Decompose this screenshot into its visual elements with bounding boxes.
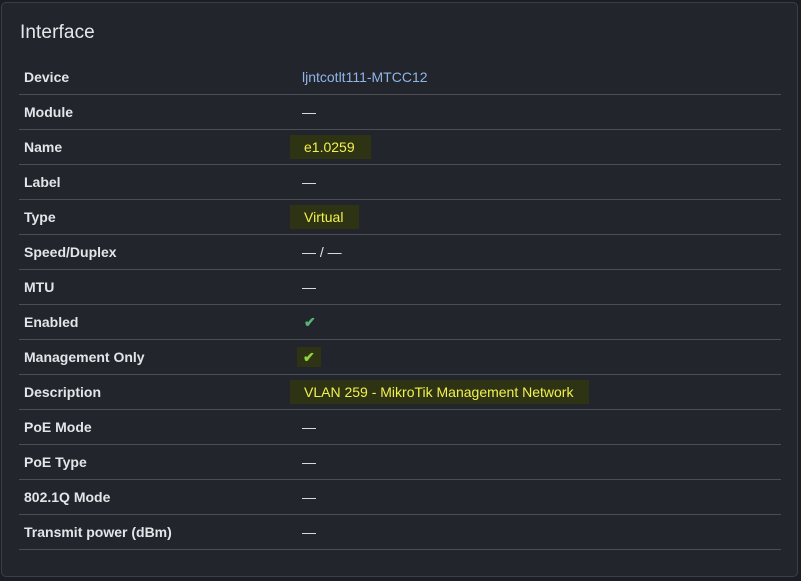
- checkmark-icon: ✔: [304, 313, 316, 330]
- mtu-label: MTU: [24, 279, 55, 295]
- interface-attributes-table: Device ljntcotlt111-MTCC12 Module — Name…: [19, 60, 781, 550]
- table-row: Name e1.0259: [19, 130, 781, 165]
- module-label: Module: [24, 104, 73, 120]
- table-row: 802.1Q Mode —: [19, 480, 781, 515]
- description-value: VLAN 259 - MikroTik Management Network: [290, 380, 590, 404]
- table-row: PoE Mode —: [19, 410, 781, 445]
- device-link[interactable]: ljntcotlt111-MTCC12: [302, 69, 428, 85]
- speed-duplex-value: — / —: [302, 244, 342, 260]
- type-value: Virtual: [290, 205, 360, 229]
- module-value: —: [302, 104, 316, 120]
- name-label: Name: [24, 139, 63, 155]
- speed-duplex-label: Speed/Duplex: [24, 244, 117, 260]
- table-row: Device ljntcotlt111-MTCC12: [19, 60, 781, 95]
- type-label: Type: [24, 209, 56, 225]
- poe-type-label: PoE Type: [24, 454, 87, 470]
- table-row: Enabled ✔: [19, 305, 781, 340]
- table-row: Label —: [19, 165, 781, 200]
- table-row: Description VLAN 259 - MikroTik Manageme…: [19, 375, 781, 410]
- table-row: Type Virtual: [19, 200, 781, 235]
- device-label: Device: [24, 69, 70, 85]
- transmit-power-value: —: [302, 524, 316, 540]
- management-only-label: Management Only: [24, 349, 145, 365]
- enabled-label: Enabled: [24, 314, 79, 330]
- dot1q-mode-value: —: [302, 489, 316, 505]
- poe-type-value: —: [302, 454, 316, 470]
- table-row: Speed/Duplex — / —: [19, 235, 781, 270]
- name-value: e1.0259: [290, 135, 371, 159]
- dot1q-mode-label: 802.1Q Mode: [24, 489, 111, 505]
- table-row: Management Only ✔: [19, 340, 781, 375]
- transmit-power-label: Transmit power (dBm): [24, 524, 172, 540]
- label-label: Label: [24, 174, 61, 190]
- poe-mode-value: —: [302, 419, 316, 435]
- table-row: Transmit power (dBm) —: [19, 515, 781, 550]
- checkmark-icon: ✔: [297, 347, 321, 367]
- table-row: Module —: [19, 95, 781, 130]
- description-label: Description: [24, 384, 102, 400]
- interface-card: Interface Device ljntcotlt111-MTCC12 Mod…: [1, 2, 798, 577]
- table-row: MTU —: [19, 270, 781, 305]
- mtu-value: —: [302, 279, 316, 295]
- poe-mode-label: PoE Mode: [24, 419, 92, 435]
- table-row: PoE Type —: [19, 445, 781, 480]
- card-title: Interface: [20, 22, 95, 43]
- label-value: —: [302, 174, 316, 190]
